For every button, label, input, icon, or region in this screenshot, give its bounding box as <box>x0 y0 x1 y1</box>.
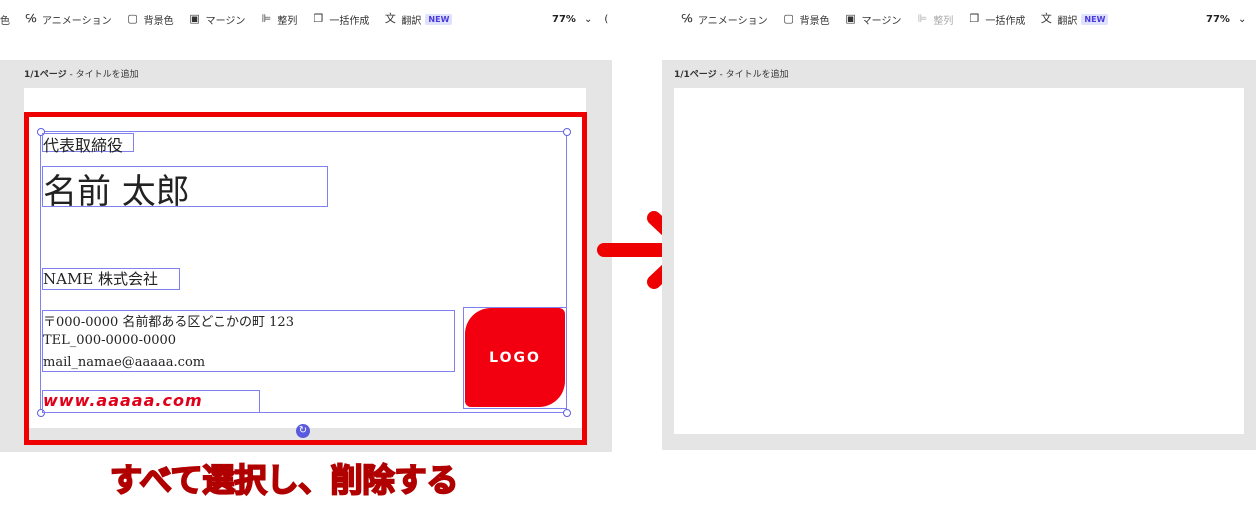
animation-label: アニメーション <box>42 15 112 27</box>
margin-icon: ▣ <box>189 12 200 25</box>
background-color-label: 背景色 <box>799 15 830 27</box>
right-design-canvas[interactable] <box>674 88 1244 434</box>
new-badge: NEW <box>1081 13 1109 25</box>
margin-label: マージン <box>205 15 246 27</box>
align-icon: ⊫ <box>261 12 272 25</box>
toolbar-bulk-create-button[interactable]: ❐ 一括作成 <box>967 12 1025 27</box>
animation-icon: ℅ <box>25 12 37 25</box>
toolbar-animation-button[interactable]: ℅ アニメーション <box>680 12 768 27</box>
bulk-create-icon: ❐ <box>969 12 980 25</box>
instruction-caption: すべて選択し、削除する <box>109 460 459 500</box>
red-highlight-frame <box>24 112 587 445</box>
background-color-label: 背景色 <box>143 15 174 27</box>
align-label: 整列 <box>277 15 298 27</box>
bulk-create-label: 一括作成 <box>329 15 370 27</box>
bulk-create-label: 一括作成 <box>985 15 1026 27</box>
toolbar-align-button[interactable]: ⊫ 整列 <box>259 12 298 27</box>
toolbar-background-color-button[interactable]: ▢ 背景色 <box>126 12 174 27</box>
toolbar-align-button[interactable]: ⊫ 整列 <box>915 12 954 27</box>
add-title-link[interactable]: - タイトルを追加 <box>717 70 789 80</box>
animation-icon: ℅ <box>681 12 693 25</box>
new-badge: NEW <box>425 13 453 25</box>
left-page-label: 1/1ページ - タイトルを追加 <box>24 67 139 80</box>
translate-icon: 文 <box>1040 12 1052 25</box>
margin-icon: ▣ <box>845 12 856 25</box>
toolbar-margin-button[interactable]: ▣ マージン <box>188 12 246 27</box>
align-label: 整列 <box>933 15 954 27</box>
zoom-value: 77% <box>552 13 576 25</box>
partial-icon: ( <box>604 13 609 25</box>
left-toolbar: 色 ℅ アニメーション ▢ 背景色 ▣ マージン ⊫ 整列 ❐ 一括作成 文翻訳 NEW <box>0 0 640 38</box>
zoom-value: 77% <box>1206 13 1230 25</box>
toolbar-margin-button[interactable]: ▣ マージン <box>844 12 902 27</box>
toolbar-animation-button[interactable]: ℅ アニメーション <box>24 12 112 27</box>
chevron-down-icon: ⌄ <box>583 13 593 25</box>
background-color-icon: ▢ <box>783 12 794 25</box>
page-number: 1/1ページ <box>24 70 67 80</box>
color-label: 色 <box>0 15 10 27</box>
chevron-down-icon: ⌄ <box>1237 13 1247 25</box>
add-title-link[interactable]: - タイトルを追加 <box>67 70 139 80</box>
toolbar-translate-button[interactable]: 文翻訳 NEW <box>1039 12 1109 27</box>
right-zoom-dropdown[interactable]: 77% ⌄ <box>1206 0 1246 38</box>
align-icon: ⊫ <box>917 12 928 25</box>
right-page-label: 1/1ページ - タイトルを追加 <box>674 67 789 80</box>
right-toolbar: ℅ アニメーション ▢ 背景色 ▣ マージン ⊫ 整列 ❐ 一括作成 文翻訳 NEW <box>680 0 1150 38</box>
background-color-icon: ▢ <box>127 12 138 25</box>
toolbar-color-button[interactable]: 色 <box>0 12 10 27</box>
translate-label: 翻訳 <box>1057 15 1078 27</box>
translate-icon: 文 <box>384 12 396 25</box>
left-zoom-dropdown[interactable]: 77% ⌄ ( <box>552 0 608 38</box>
page-number: 1/1ページ <box>674 70 717 80</box>
toolbar-background-color-button[interactable]: ▢ 背景色 <box>782 12 830 27</box>
toolbar-translate-button[interactable]: 文翻訳 NEW <box>383 12 453 27</box>
bulk-create-icon: ❐ <box>313 12 324 25</box>
translate-label: 翻訳 <box>401 15 422 27</box>
animation-label: アニメーション <box>698 15 768 27</box>
margin-label: マージン <box>861 15 902 27</box>
toolbar-bulk-create-button[interactable]: ❐ 一括作成 <box>311 12 369 27</box>
